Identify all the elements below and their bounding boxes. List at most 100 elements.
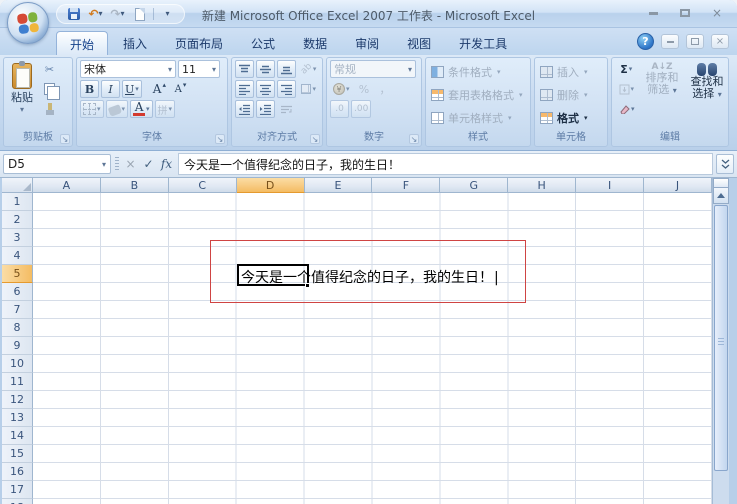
clear-button[interactable]: ▾ (615, 100, 638, 118)
tab-审阅[interactable]: 审阅 (342, 31, 392, 55)
increase-indent-button[interactable] (256, 100, 275, 118)
minimize-button[interactable] (643, 6, 663, 20)
accounting-format-button[interactable]: ¥▾ (330, 80, 353, 98)
font-dialog-launcher[interactable]: ↘ (215, 134, 225, 144)
tab-页面布局[interactable]: 页面布局 (162, 31, 236, 55)
enter-button[interactable]: ✓ (140, 154, 157, 174)
name-box[interactable]: D5 ▾ (3, 154, 111, 174)
row-header-7[interactable]: 7 (2, 301, 33, 319)
row-header-16[interactable]: 16 (2, 463, 33, 481)
clipboard-dialog-launcher[interactable]: ↘ (60, 134, 70, 144)
row-header-17[interactable]: 17 (2, 481, 33, 499)
alignment-dialog-launcher[interactable]: ↘ (310, 134, 320, 144)
vertical-scrollbar[interactable] (712, 178, 729, 504)
shrink-font-button[interactable]: A▾ (171, 80, 190, 98)
align-center-button[interactable] (256, 80, 275, 98)
delete-cells-button[interactable]: 删除▾ (538, 85, 604, 104)
align-left-button[interactable] (235, 80, 254, 98)
number-format-combo[interactable]: 常规▾ (330, 60, 416, 78)
increase-decimal-button[interactable]: .0 (330, 100, 349, 118)
cut-button[interactable]: ✂ (40, 60, 59, 78)
row-header-11[interactable]: 11 (2, 373, 33, 391)
ribbon-minimize-button[interactable] (661, 34, 679, 49)
row-header-1[interactable]: 1 (2, 193, 33, 211)
office-button[interactable] (7, 2, 49, 44)
font-name-combo[interactable]: 宋体▾ (80, 60, 176, 78)
orientation-button[interactable]: ab▾ (298, 60, 319, 78)
help-button[interactable]: ? (637, 33, 654, 50)
formula-bar-gripper[interactable] (115, 157, 119, 171)
tab-数据[interactable]: 数据 (290, 31, 340, 55)
formula-input[interactable]: 今天是一个值得纪念的日子，我的生日！ (178, 153, 713, 175)
row-header-6[interactable]: 6 (2, 283, 33, 301)
undo-button[interactable]: ↶▾ (87, 6, 104, 22)
fill-color-button[interactable]: ▾ (106, 100, 129, 118)
column-header-D[interactable]: D (237, 178, 305, 193)
grow-font-button[interactable]: A▴ (150, 80, 169, 98)
decrease-indent-button[interactable] (235, 100, 254, 118)
expand-formula-bar-button[interactable] (716, 154, 734, 174)
cells-area[interactable]: 今天是一个值得纪念的日子，我的生日！| (33, 193, 712, 504)
align-right-button[interactable] (277, 80, 296, 98)
column-header-F[interactable]: F (372, 178, 440, 193)
merge-center-button[interactable]: ▾ (298, 80, 319, 98)
phonetic-button[interactable]: 拼▾ (155, 100, 176, 118)
align-top-button[interactable] (235, 60, 254, 78)
row-header-18[interactable]: 18 (2, 499, 33, 504)
italic-button[interactable]: I (101, 80, 120, 98)
column-header-I[interactable]: I (576, 178, 644, 193)
row-header-5[interactable]: 5 (2, 265, 33, 283)
close-button[interactable]: × (707, 6, 727, 20)
align-middle-button[interactable] (256, 60, 275, 78)
conditional-formatting-button[interactable]: 条件格式▾ (429, 62, 527, 81)
row-header-15[interactable]: 15 (2, 445, 33, 463)
cancel-button[interactable]: × (122, 154, 139, 174)
row-header-8[interactable]: 8 (2, 319, 33, 337)
column-header-G[interactable]: G (440, 178, 508, 193)
underline-button[interactable]: U▾ (122, 80, 142, 98)
copy-button[interactable] (40, 80, 59, 98)
find-select-button[interactable]: 查找和选择 ▾ (687, 60, 728, 129)
insert-function-button[interactable]: fx (158, 154, 175, 174)
column-header-B[interactable]: B (101, 178, 169, 193)
decrease-decimal-button[interactable]: .00 (351, 100, 371, 118)
row-header-10[interactable]: 10 (2, 355, 33, 373)
column-header-E[interactable]: E (305, 178, 373, 193)
tab-插入[interactable]: 插入 (110, 31, 160, 55)
split-handle[interactable] (713, 178, 729, 188)
tab-视图[interactable]: 视图 (394, 31, 444, 55)
cell-styles-button[interactable]: 单元格样式▾ (429, 108, 527, 127)
row-header-13[interactable]: 13 (2, 409, 33, 427)
column-header-J[interactable]: J (644, 178, 712, 193)
align-bottom-button[interactable] (277, 60, 296, 78)
scroll-up-button[interactable] (713, 188, 729, 204)
format-as-table-button[interactable]: 套用表格格式▾ (429, 85, 527, 104)
maximize-button[interactable] (675, 6, 695, 20)
column-header-C[interactable]: C (169, 178, 237, 193)
wrap-text-button[interactable] (277, 100, 296, 118)
row-header-9[interactable]: 9 (2, 337, 33, 355)
font-color-button[interactable]: A▾ (130, 100, 153, 118)
tab-开始[interactable]: 开始 (56, 31, 108, 55)
row-header-14[interactable]: 14 (2, 427, 33, 445)
save-button[interactable] (65, 6, 82, 22)
row-header-3[interactable]: 3 (2, 229, 33, 247)
column-header-A[interactable]: A (33, 178, 101, 193)
sort-filter-button[interactable]: A↓Z 排序和筛选 ▾ (642, 60, 683, 129)
format-painter-button[interactable] (40, 100, 59, 118)
percent-button[interactable]: % (355, 80, 374, 98)
format-cells-button[interactable]: 格式▾ (538, 108, 604, 127)
row-header-12[interactable]: 12 (2, 391, 33, 409)
borders-button[interactable]: ▾ (80, 100, 104, 118)
paste-button[interactable]: 粘贴 ▾ (7, 60, 37, 129)
row-header-4[interactable]: 4 (2, 247, 33, 265)
comma-button[interactable]: ， (376, 80, 395, 98)
tab-开发工具[interactable]: 开发工具 (446, 31, 520, 55)
insert-cells-button[interactable]: 插入▾ (538, 62, 604, 81)
tab-公式[interactable]: 公式 (238, 31, 288, 55)
fill-button[interactable]: ▾ (615, 80, 638, 98)
autosum-button[interactable]: Σ▾ (615, 60, 638, 78)
scrollbar-thumb[interactable] (714, 205, 728, 471)
font-size-combo[interactable]: 11▾ (178, 60, 220, 78)
row-header-2[interactable]: 2 (2, 211, 33, 229)
